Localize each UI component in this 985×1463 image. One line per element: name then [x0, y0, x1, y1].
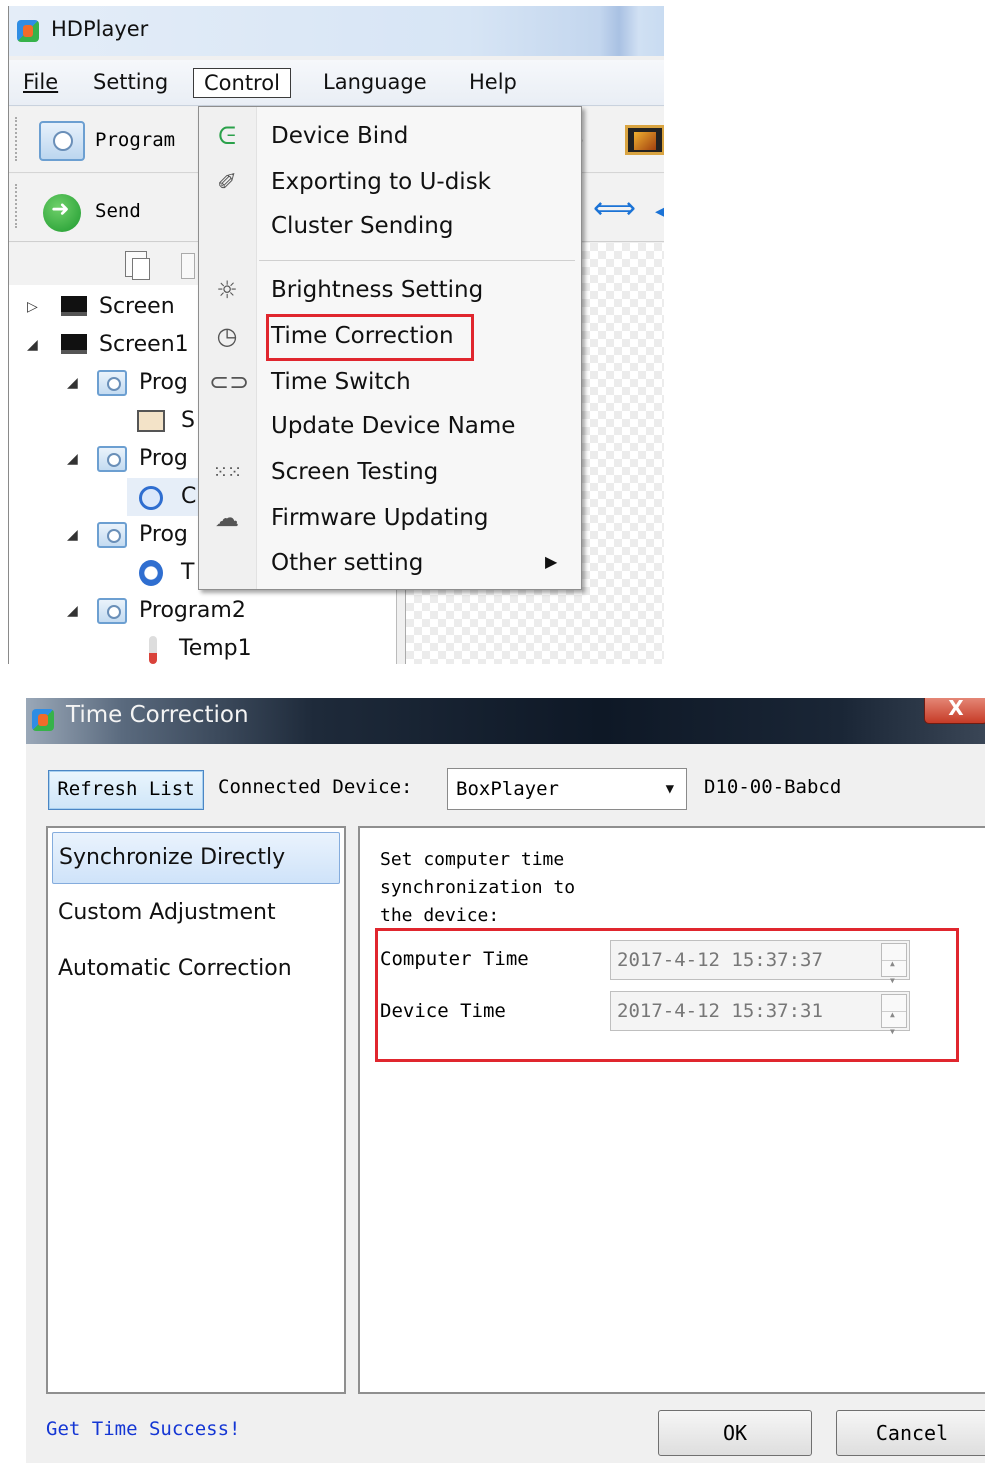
device-time-field[interactable]: 2017-4-12 15:37:31 — [610, 991, 910, 1051]
tree-item[interactable]: S — [9, 402, 199, 440]
app-logo-icon — [32, 709, 54, 731]
dialog-body: Refresh List Connected Device: BoxPlayer… — [26, 744, 985, 1463]
toolbar-grip[interactable] — [15, 184, 19, 228]
device-time-label: Device Time — [380, 1000, 506, 1022]
refresh-list-button[interactable]: Refresh List — [48, 770, 204, 810]
program-icon — [97, 598, 127, 624]
mode-custom-adjustment[interactable]: Custom Adjustment — [52, 888, 340, 940]
tree-item[interactable]: ◢ Prog — [9, 364, 199, 402]
window-title: HDPlayer — [51, 17, 149, 41]
menu-item-export-udisk[interactable]: Exporting to U-disk — [271, 164, 491, 200]
mode-synchronize-directly[interactable]: Synchronize Directly — [52, 832, 340, 884]
chevron-down-icon: ▼ — [665, 781, 674, 797]
arrow-left-icon[interactable]: ◀ — [655, 196, 664, 226]
collapse-arrow-icon[interactable]: ◢ — [27, 326, 38, 364]
tree-item[interactable]: ◢ Program2 — [9, 592, 309, 630]
paste-icon[interactable] — [181, 253, 195, 279]
app-logo-icon — [17, 20, 39, 42]
video-icon[interactable] — [625, 125, 664, 155]
control-dropdown-menu: ᕮ Device Bind ✐ Exporting to U-disk Clus… — [198, 106, 582, 590]
collapse-arrow-icon[interactable]: ◢ — [67, 516, 78, 554]
tree-item[interactable]: Temp1 — [9, 630, 309, 664]
title-bar: HDPlayer — [9, 6, 664, 56]
menu-item-brightness[interactable]: Brightness Setting — [271, 272, 483, 308]
program-icon — [97, 370, 127, 396]
expand-arrow-icon[interactable]: ▷ — [27, 288, 38, 326]
clock-icon — [139, 486, 163, 510]
collapse-arrow-icon[interactable]: ◢ — [67, 592, 78, 630]
thermometer-icon — [149, 636, 157, 664]
tree-item[interactable]: T — [9, 554, 199, 592]
menu-item-cluster-sending[interactable]: Cluster Sending — [271, 208, 453, 244]
menu-setting[interactable]: Setting — [93, 68, 168, 98]
send-icon[interactable] — [43, 194, 81, 232]
close-button[interactable]: X — [924, 698, 985, 724]
menu-item-time-switch[interactable]: Time Switch — [271, 364, 411, 400]
device-select[interactable]: BoxPlayer ▼ — [447, 768, 687, 810]
program-button-label[interactable]: Program — [95, 129, 175, 151]
horizontal-stretch-icon[interactable]: ⟺ — [593, 194, 636, 224]
dialog-title: Time Correction — [66, 702, 249, 728]
connected-device-label: Connected Device: — [218, 776, 413, 798]
tree-item[interactable]: ◢ Prog — [9, 440, 199, 478]
highlight-box — [266, 314, 474, 361]
menu-item-other-setting[interactable]: Other setting — [271, 545, 423, 581]
menu-item-screen-testing[interactable]: Screen Testing — [271, 454, 438, 490]
monitor-icon — [61, 296, 87, 316]
cancel-button[interactable]: Cancel — [836, 1410, 985, 1456]
subtitle-icon — [137, 410, 165, 432]
collapse-arrow-icon[interactable]: ◢ — [67, 364, 78, 402]
tree-item[interactable]: ◢ Screen1 — [9, 326, 199, 364]
program-icon[interactable] — [39, 121, 85, 161]
cloud-icon: ☁ — [215, 504, 239, 532]
menu-control[interactable]: Control — [193, 68, 291, 98]
device-select-value: BoxPlayer — [456, 778, 559, 800]
menu-item-firmware-updating[interactable]: Firmware Updating — [271, 500, 488, 536]
status-message: Get Time Success! — [46, 1418, 241, 1440]
mode-settings-panel: Set computer time synchronization to the… — [358, 826, 985, 1394]
program-icon — [97, 522, 127, 548]
menu-language[interactable]: Language — [323, 68, 427, 98]
monitor-icon — [61, 334, 87, 354]
ok-button[interactable]: OK — [658, 1410, 812, 1456]
menu-item-update-device-name[interactable]: Update Device Name — [271, 408, 515, 444]
menu-item-device-bind[interactable]: Device Bind — [271, 118, 408, 154]
hdplayer-window: HDPlayer File Setting Control Language H… — [8, 6, 664, 664]
time-correction-dialog: Time Correction X Refresh List Connected… — [26, 698, 985, 1463]
device-id: D10-00-Babcd — [704, 776, 842, 798]
bulb-icon: ☼ — [216, 276, 238, 304]
computer-time-field[interactable]: 2017-4-12 15:37:37 — [610, 940, 910, 1000]
spin-buttons[interactable] — [881, 994, 907, 1051]
tree-item[interactable]: ◢ Prog — [9, 516, 199, 554]
grid-dots-icon: ⁙⁙ — [212, 462, 242, 483]
magnet-icon: ᕮ — [218, 122, 236, 150]
switch-icon: ⊂⊃ — [209, 368, 250, 396]
send-button-label[interactable]: Send — [95, 200, 141, 222]
mode-list: Synchronize Directly Custom Adjustment A… — [46, 826, 346, 1394]
toolbar-grip[interactable] — [15, 117, 19, 161]
menu-bar: File Setting Control Language Help — [9, 60, 664, 106]
dialog-title-bar: Time Correction X — [26, 698, 985, 744]
submenu-arrow-icon: ▶ — [545, 552, 558, 571]
menu-file[interactable]: File — [23, 68, 58, 98]
menu-separator — [259, 260, 575, 261]
program-icon — [97, 446, 127, 472]
description-text: Set computer time synchronization to the… — [380, 849, 576, 926]
usb-icon: ✐ — [216, 168, 238, 196]
computer-time-label: Computer Time — [380, 948, 529, 970]
copy-icon[interactable] — [125, 251, 150, 280]
mode-automatic-correction[interactable]: Automatic Correction — [52, 944, 340, 996]
spin-buttons[interactable] — [881, 943, 907, 1000]
tree-item-selected[interactable]: C — [127, 478, 199, 516]
tree-item[interactable]: ▷ Screen — [9, 288, 199, 326]
clock-icon: ◷ — [216, 322, 238, 350]
menu-help[interactable]: Help — [469, 68, 517, 98]
alarm-clock-icon — [139, 560, 163, 586]
collapse-arrow-icon[interactable]: ◢ — [67, 440, 78, 478]
